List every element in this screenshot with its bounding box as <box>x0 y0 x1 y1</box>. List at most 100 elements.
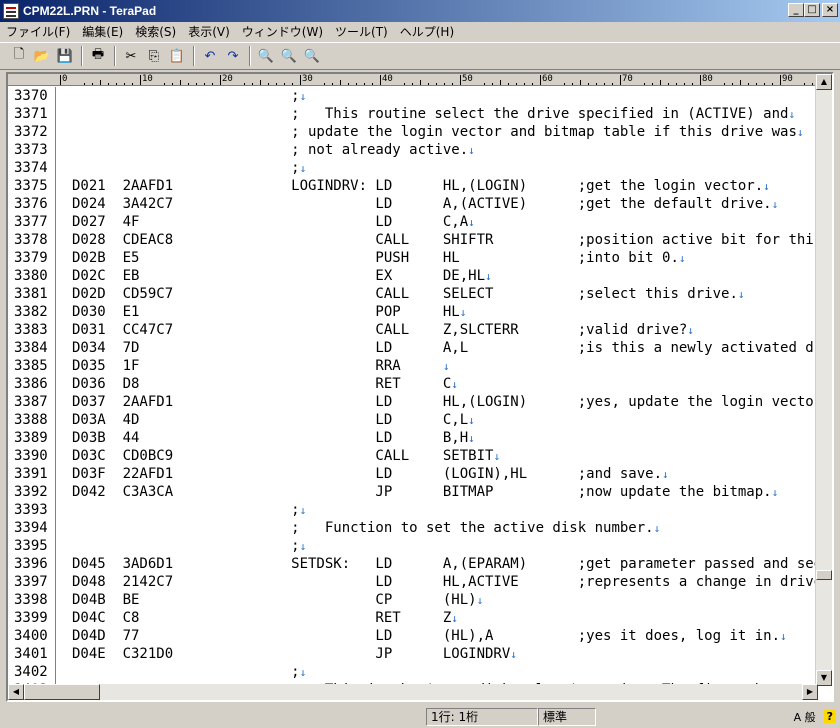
line-text[interactable]: ; update the login vector and bitmap tab… <box>72 123 803 142</box>
text-line[interactable]: 3375 D021 2AAFD1 LOGINDRV: LD HL,(LOGIN) … <box>8 177 818 195</box>
text-line[interactable]: 3382 D030 E1 POP HL↓ <box>8 303 818 321</box>
ime-indicator[interactable]: A 般 <box>794 709 816 725</box>
line-text[interactable]: D035 1F RRA ↓ <box>72 357 450 376</box>
text-line[interactable]: 3392 D042 C3A3CA JP BITMAP ;now update th… <box>8 483 818 501</box>
line-text[interactable]: D028 CDEAC8 CALL SHIFTR ;position active… <box>72 231 818 250</box>
print-icon[interactable]: 🖶 <box>87 45 109 67</box>
cut-icon[interactable]: ✂ <box>120 45 142 67</box>
text-line[interactable]: 3389 D03B 44 LD B,H↓ <box>8 429 818 447</box>
vertical-scrollbar[interactable]: ▲ ▼ <box>815 74 832 686</box>
find-next-icon[interactable]: 🔍 <box>301 45 323 67</box>
text-line[interactable]: 3391 D03F 22AFD1 LD (LOGIN),HL ;and save.… <box>8 465 818 483</box>
line-text[interactable]: ; not already active.↓ <box>72 141 475 160</box>
copy-icon[interactable]: ⎘ <box>143 45 165 67</box>
text-line[interactable]: 3372 ; update the login vector and bitma… <box>8 123 818 141</box>
text-line[interactable]: 3373 ; not already active.↓ <box>8 141 818 159</box>
text-line[interactable]: 3387 D037 2AAFD1 LD HL,(LOGIN) ;yes, upda… <box>8 393 818 411</box>
scroll-right-button[interactable]: ▶ <box>802 684 818 700</box>
line-text[interactable]: D037 2AAFD1 LD HL,(LOGIN) ;yes, update t… <box>72 393 818 412</box>
line-text[interactable]: D030 E1 POP HL↓ <box>72 303 466 322</box>
menu-file[interactable]: ファイル(F) <box>0 23 76 40</box>
text-area[interactable]: 3370 ;↓ 3371 ; This routine select the dr… <box>8 87 818 687</box>
text-line[interactable]: 3386 D036 D8 RET C↓ <box>8 375 818 393</box>
line-text[interactable]: D03A 4D LD C,L↓ <box>72 411 475 430</box>
line-text[interactable]: D02D CD59C7 CALL SELECT ;select this dri… <box>72 285 745 304</box>
line-text[interactable]: D04B BE CP (HL)↓ <box>72 591 483 610</box>
text-line[interactable]: 3383 D031 CC47C7 CALL Z,SLCTERR ;valid dr… <box>8 321 818 339</box>
new-file-icon[interactable]: 🗋 <box>8 45 30 67</box>
text-line[interactable]: 3388 D03A 4D LD C,L↓ <box>8 411 818 429</box>
find-icon[interactable]: 🔍 <box>255 45 277 67</box>
redo-icon[interactable]: ↷ <box>222 45 244 67</box>
line-text[interactable]: D034 7D LD A,L ;is this a newly activate… <box>72 339 818 358</box>
text-line[interactable]: 3378 D028 CDEAC8 CALL SHIFTR ;position ac… <box>8 231 818 249</box>
line-text[interactable]: D045 3AD6D1 SETDSK: LD A,(EPARAM) ;get p… <box>72 555 818 574</box>
line-text[interactable]: ;↓ <box>72 87 306 106</box>
line-text[interactable]: D04C C8 RET Z↓ <box>72 609 458 628</box>
horizontal-scrollbar[interactable]: ◀ ▶ <box>8 684 818 700</box>
line-text[interactable]: ;↓ <box>72 663 306 682</box>
open-folder-icon[interactable]: 📂 <box>31 45 53 67</box>
menu-edit[interactable]: 編集(E) <box>76 23 129 40</box>
line-text[interactable]: D04E C321D0 JP LOGINDRV↓ <box>72 645 517 664</box>
line-text[interactable]: ;↓ <box>72 159 306 178</box>
maximize-button[interactable]: □ <box>804 3 820 17</box>
help-icon[interactable]: ? <box>823 710 836 723</box>
text-line[interactable]: 3384 D034 7D LD A,L ;is this a newly acti… <box>8 339 818 357</box>
text-line[interactable]: 3399 D04C C8 RET Z↓ <box>8 609 818 627</box>
scroll-down-button[interactable]: ▼ <box>816 670 832 686</box>
line-text[interactable]: D03F 22AFD1 LD (LOGIN),HL ;and save.↓ <box>72 465 669 484</box>
line-text[interactable]: ;↓ <box>72 501 306 520</box>
undo-icon[interactable]: ↶ <box>199 45 221 67</box>
menu-search[interactable]: 検索(S) <box>129 23 182 40</box>
menu-help[interactable]: ヘルプ(H) <box>394 23 460 40</box>
scroll-up-button[interactable]: ▲ <box>816 74 832 90</box>
find-prev-icon[interactable]: 🔍 <box>278 45 300 67</box>
line-text[interactable]: D021 2AAFD1 LOGINDRV: LD HL,(LOGIN) ;get… <box>72 177 770 196</box>
title-bar[interactable]: CPM22L.PRN - TeraPad _ □ × <box>0 0 840 22</box>
save-icon[interactable]: 💾 <box>54 45 76 67</box>
text-line[interactable]: 3396 D045 3AD6D1 SETDSK: LD A,(EPARAM) ;g… <box>8 555 818 573</box>
text-line[interactable]: 3370 ;↓ <box>8 87 818 105</box>
text-editor[interactable]: 0 10 20 30 40 50 60 70 80 90 3370 ;↓ 3371 ; This r… <box>6 72 834 702</box>
minimize-button[interactable]: _ <box>788 3 804 17</box>
text-line[interactable]: 3371 ; This routine select the drive spe… <box>8 105 818 123</box>
menu-tools[interactable]: ツール(T) <box>329 23 394 40</box>
line-text[interactable]: D04D 77 LD (HL),A ;yes it does, log it i… <box>72 627 787 646</box>
text-line[interactable]: 3401 D04E C321D0 JP LOGINDRV↓ <box>8 645 818 663</box>
text-line[interactable]: 3376 D024 3A42C7 LD A,(ACTIVE) ;get the d… <box>8 195 818 213</box>
text-line[interactable]: 3374 ;↓ <box>8 159 818 177</box>
line-text[interactable]: D031 CC47C7 CALL Z,SLCTERR ;valid drive?… <box>72 321 694 340</box>
text-line[interactable]: 3380 D02C EB EX DE,HL↓ <box>8 267 818 285</box>
text-line[interactable]: 3379 D02B E5 PUSH HL ;into bit 0.↓ <box>8 249 818 267</box>
line-text[interactable]: D02C EB EX DE,HL↓ <box>72 267 492 286</box>
text-line[interactable]: 3381 D02D CD59C7 CALL SELECT ;select this… <box>8 285 818 303</box>
paste-icon[interactable]: 📋 <box>166 45 188 67</box>
text-line[interactable]: 3397 D048 2142C7 LD HL,ACTIVE ;represents… <box>8 573 818 591</box>
line-text[interactable]: ;↓ <box>72 537 306 556</box>
text-line[interactable]: 3394 ; Function to set the active disk n… <box>8 519 818 537</box>
vertical-scroll-thumb[interactable] <box>816 570 832 580</box>
menu-view[interactable]: 表示(V) <box>182 23 236 40</box>
text-line[interactable]: 3398 D04B BE CP (HL)↓ <box>8 591 818 609</box>
text-line[interactable]: 3393 ;↓ <box>8 501 818 519</box>
horizontal-scroll-thumb[interactable] <box>24 684 100 700</box>
text-line[interactable]: 3400 D04D 77 LD (HL),A ;yes it does, log … <box>8 627 818 645</box>
line-text[interactable]: D03B 44 LD B,H↓ <box>72 429 475 448</box>
line-text[interactable]: D027 4F LD C,A↓ <box>72 213 475 232</box>
text-line[interactable]: 3390 D03C CD0BC9 CALL SETBIT↓ <box>8 447 818 465</box>
line-text[interactable]: ; This routine select the drive specifie… <box>72 105 795 124</box>
line-text[interactable]: D03C CD0BC9 CALL SETBIT↓ <box>72 447 500 466</box>
text-line[interactable]: 3385 D035 1F RRA ↓ <box>8 357 818 375</box>
line-text[interactable]: D036 D8 RET C↓ <box>72 375 458 394</box>
menu-window[interactable]: ウィンドウ(W) <box>236 23 329 40</box>
line-text[interactable]: ; Function to set the active disk number… <box>72 519 660 538</box>
line-text[interactable]: D024 3A42C7 LD A,(ACTIVE) ;get the defau… <box>72 195 778 214</box>
app-icon[interactable] <box>3 3 19 19</box>
text-line[interactable]: 3402 ;↓ <box>8 663 818 681</box>
line-text[interactable]: D048 2142C7 LD HL,ACTIVE ;represents a c… <box>72 573 818 592</box>
line-text[interactable]: D02B E5 PUSH HL ;into bit 0.↓ <box>72 249 686 268</box>
scroll-left-button[interactable]: ◀ <box>8 684 24 700</box>
close-button[interactable]: × <box>822 3 838 17</box>
line-text[interactable]: D042 C3A3CA JP BITMAP ;now update the bi… <box>72 483 778 502</box>
